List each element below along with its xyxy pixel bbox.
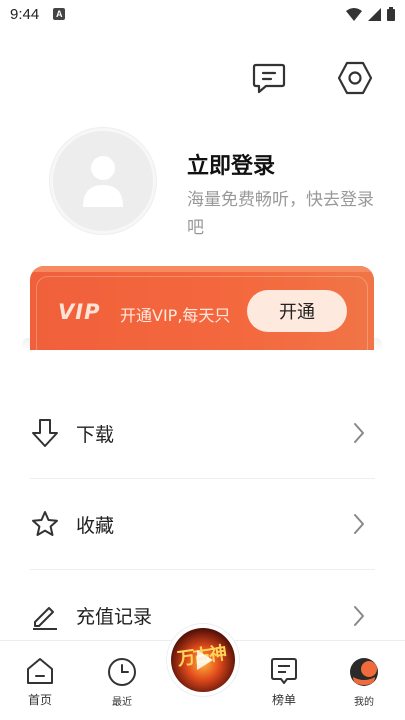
vip-promo-text: 开通VIP,每天只 [120, 306, 231, 325]
signal-icon [368, 7, 381, 21]
status-indicators [346, 7, 395, 21]
status-bar: 9:44 A [0, 0, 405, 28]
menu-item-label: 收藏 [76, 514, 115, 537]
now-playing-disc[interactable]: 万古神 [167, 624, 239, 696]
vip-logo: VIP [58, 300, 101, 324]
menu-item-download[interactable]: 下载 [30, 388, 375, 479]
menu-list: 下载 收藏 充值记录 [30, 388, 375, 661]
chevron-right-icon [353, 512, 367, 536]
vip-card[interactable]: VIP 开通VIP,每天只 开通 [30, 266, 374, 350]
login-subtitle: 海量免费畅听，快去登录吧 [187, 190, 374, 238]
menu-item-label: 下载 [76, 423, 115, 446]
status-time: 9:44 [10, 5, 40, 23]
battery-icon [387, 7, 395, 21]
tab-home[interactable]: 首页 [10, 657, 70, 708]
pencil-icon [30, 601, 60, 631]
profile-face-icon [350, 658, 378, 686]
message-icon [252, 63, 286, 94]
tab-label: 首页 [27, 693, 52, 707]
wifi-icon [346, 7, 362, 21]
login-title[interactable]: 立即登录 [187, 148, 275, 180]
open-vip-button[interactable]: 开通 [247, 290, 347, 332]
user-placeholder-icon [83, 156, 123, 207]
chart-list-icon [271, 658, 297, 684]
settings-hexagon-icon [337, 61, 373, 95]
avatar[interactable] [50, 128, 156, 234]
settings-button[interactable] [335, 58, 375, 98]
message-button[interactable] [249, 58, 289, 98]
home-icon [27, 658, 53, 684]
header-actions [249, 58, 375, 98]
star-icon [30, 509, 60, 539]
menu-item-favorites[interactable]: 收藏 [30, 479, 375, 570]
clock-icon [108, 658, 136, 686]
tab-charts[interactable]: 榜单 [254, 657, 314, 708]
tab-mine[interactable]: 我的 [334, 657, 394, 708]
tab-label: 最近 [112, 697, 132, 708]
tab-recent[interactable]: 最近 [92, 657, 152, 708]
tab-label: 榜单 [271, 693, 296, 707]
album-cover: 万古神 [171, 628, 235, 692]
menu-item-label: 充值记录 [76, 606, 153, 628]
chevron-right-icon [353, 604, 367, 628]
download-icon [30, 418, 60, 448]
notification-a-icon: A [53, 8, 66, 20]
play-icon [197, 650, 213, 670]
chevron-right-icon [353, 421, 367, 445]
tab-label: 我的 [354, 697, 374, 708]
